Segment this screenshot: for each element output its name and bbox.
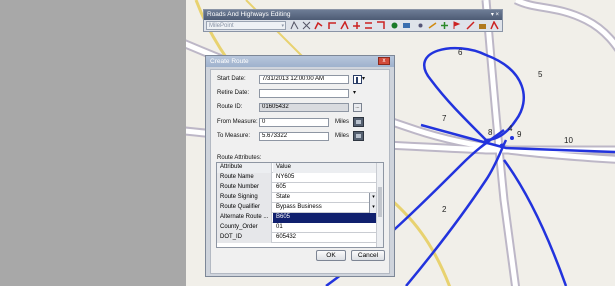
route-attributes-grid[interactable]: Attribute Value Route Name NY605 Route N…: [216, 162, 384, 248]
calculator-icon[interactable]: [353, 131, 364, 141]
map-label: 8: [488, 128, 493, 137]
scrollbar-thumb[interactable]: [378, 187, 382, 217]
retire-route-icon[interactable]: [376, 21, 385, 30]
ok-button[interactable]: OK: [316, 250, 346, 261]
attr-name: County_Order: [217, 223, 272, 233]
chevron-down-icon[interactable]: ▾: [362, 75, 365, 82]
attr-name: Route Qualifier: [217, 203, 272, 213]
attr-value[interactable]: NY605: [273, 173, 377, 183]
table-row[interactable]: Alternate Route ... B605: [217, 213, 377, 223]
from-measure-units: Miles: [335, 119, 350, 125]
attr-value[interactable]: Bypass Business: [273, 203, 377, 213]
attr-name: Route Name: [217, 173, 272, 183]
route-id-label: Route ID:: [217, 104, 243, 110]
to-measure-label: To Measure:: [217, 133, 251, 139]
network-tool-icon[interactable]: [290, 21, 299, 30]
milepoint-dropdown[interactable]: MilePoint ▾: [206, 21, 286, 30]
close-icon[interactable]: x: [378, 57, 390, 65]
map-label: 9: [517, 130, 522, 139]
calendar-icon[interactable]: [353, 75, 362, 84]
line-event-icon[interactable]: [428, 21, 437, 30]
to-measure-field[interactable]: 5.673322: [259, 132, 329, 141]
grid-header-value: Value: [273, 163, 377, 173]
to-measure-units: Miles: [335, 133, 350, 139]
attr-value[interactable]: 605: [273, 183, 377, 193]
route-id-browse-button[interactable]: ...: [353, 103, 362, 112]
retire-date-field[interactable]: [259, 89, 349, 98]
retire-date-label: Retire Date:: [217, 90, 250, 96]
identify-icon[interactable]: [466, 21, 475, 30]
dialog-title-bar[interactable]: Create Route x: [206, 56, 394, 67]
extend-route-icon[interactable]: [340, 21, 349, 30]
chevron-down-icon: ▾: [281, 23, 284, 29]
chevron-down-icon[interactable]: ▾: [353, 89, 356, 96]
table-row[interactable]: DOT_ID 605432: [217, 233, 377, 243]
grid-header-attribute: Attribute: [217, 163, 272, 173]
route-id-field[interactable]: 01605432: [259, 103, 349, 112]
attr-name: Route Signing: [217, 193, 272, 203]
table-row[interactable]: Route Number 605: [217, 183, 377, 193]
left-panel: [0, 0, 186, 286]
attr-value[interactable]: State: [273, 193, 377, 203]
from-measure-label: From Measure:: [217, 119, 258, 125]
table-row[interactable]: Route Name NY605: [217, 173, 377, 183]
attr-value[interactable]: B605: [273, 213, 377, 223]
table-row[interactable]: Route Qualifier Bypass Business ▾: [217, 203, 377, 213]
attribute-set-icon[interactable]: [402, 21, 411, 30]
grid-header: Attribute Value: [217, 163, 377, 173]
toolbar-window-controls[interactable]: ▾ ×: [491, 10, 499, 20]
from-measure-field[interactable]: 0: [259, 118, 329, 127]
attr-value[interactable]: 605432: [273, 233, 377, 243]
realign-route-icon[interactable]: [352, 21, 361, 30]
milepoint-value: MilePoint: [209, 23, 234, 29]
event-tool-icon[interactable]: [390, 21, 399, 30]
map-label: 10: [564, 136, 573, 145]
cancel-button[interactable]: Cancel: [351, 250, 385, 261]
calculator-icon[interactable]: [353, 117, 364, 127]
map-label: 5: [538, 70, 543, 79]
table-row[interactable]: Route Signing State ▾: [217, 193, 377, 203]
grid-scrollbar[interactable]: [376, 163, 383, 247]
attr-name: Route Number: [217, 183, 272, 193]
table-row[interactable]: County_Order 01: [217, 223, 377, 233]
map-label: 2: [442, 205, 447, 214]
locate-icon[interactable]: [440, 21, 449, 30]
calibrate-route-icon[interactable]: [328, 21, 337, 30]
toolbar-title-bar[interactable]: Roads And Highways Editing ▾ ×: [204, 10, 502, 20]
attr-name: Alternate Route ...: [217, 213, 272, 223]
create-route-dialog: Create Route x Start Date: 7/31/2013 12:…: [205, 55, 395, 277]
flag-icon[interactable]: [452, 21, 461, 30]
help-icon[interactable]: [490, 21, 499, 30]
create-route-icon[interactable]: [314, 21, 323, 30]
point-event-icon[interactable]: [416, 21, 425, 30]
map-label: 4: [508, 124, 513, 133]
editor-icon[interactable]: [478, 21, 487, 30]
map-label: 7: [442, 114, 447, 123]
route-attributes-label: Route Attributes:: [217, 155, 262, 161]
start-date-field[interactable]: 7/31/2013 12:00:00 AM: [259, 75, 349, 84]
roads-highways-toolbar: Roads And Highways Editing ▾ × MilePoint…: [203, 9, 503, 32]
attr-value[interactable]: 01: [273, 223, 377, 233]
map-label: 6: [458, 48, 463, 57]
attr-name: DOT_ID: [217, 233, 272, 243]
network-tool-icon[interactable]: [302, 21, 311, 30]
toolbar-title: Roads And Highways Editing: [207, 11, 291, 18]
dialog-title: Create Route: [210, 58, 249, 65]
reassign-route-icon[interactable]: [364, 21, 373, 30]
start-date-label: Start Date:: [217, 76, 246, 82]
